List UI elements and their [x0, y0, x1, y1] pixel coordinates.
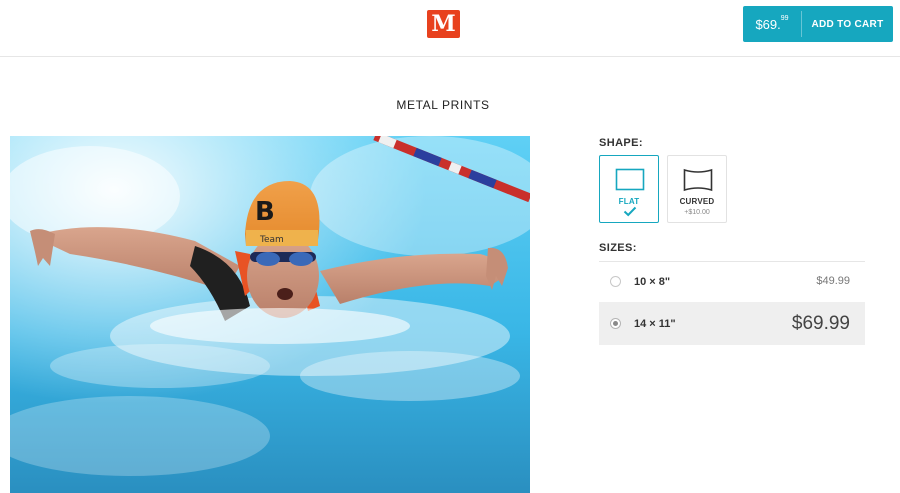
sizes-label: SIZES: — [599, 242, 637, 254]
size-price: $49.99 — [816, 275, 850, 287]
cart-price-main: $69. — [755, 16, 781, 32]
flat-panel-icon — [615, 168, 645, 191]
size-name: 14 × 11" — [634, 318, 676, 330]
size-name: 10 × 8" — [634, 276, 671, 288]
cart-price-cents: 99 — [780, 14, 789, 22]
cap-letter: B — [255, 197, 275, 227]
size-price: $69.99 — [791, 313, 850, 334]
add-to-cart-label: ADD TO CART — [811, 18, 884, 30]
size-radio-selected[interactable] — [610, 318, 621, 329]
size-radio[interactable] — [610, 276, 621, 287]
size-option-14x11[interactable]: 14 × 11" $69.99 — [599, 302, 865, 345]
swimmer-photo: B Team — [10, 136, 530, 493]
size-option-10x8[interactable]: 10 × 8" $49.99 — [599, 264, 865, 300]
radio-dot — [613, 321, 618, 326]
shape-curved-label: CURVED — [679, 197, 715, 206]
curved-panel-icon — [683, 168, 713, 192]
logo-letter: M — [431, 11, 456, 37]
check-icon — [623, 206, 637, 217]
add-to-cart-button[interactable]: $69.99 ADD TO CART — [743, 6, 893, 42]
cap-team-text: Team — [259, 235, 284, 245]
cart-price: $69.99 — [743, 14, 801, 32]
shape-curved-price: +$10.00 — [684, 209, 710, 216]
shape-flat-label: FLAT — [618, 197, 640, 206]
product-image: B Team — [10, 136, 530, 493]
sizes-divider — [599, 261, 865, 262]
top-header: M $69.99 ADD TO CART — [0, 0, 900, 57]
shape-option-curved[interactable]: CURVED +$10.00 — [667, 155, 727, 223]
shape-label: SHAPE: — [599, 137, 643, 149]
shape-option-flat[interactable]: FLAT — [599, 155, 659, 223]
brand-logo[interactable]: M — [427, 10, 460, 38]
page-title: METAL PRINTS — [396, 98, 490, 112]
